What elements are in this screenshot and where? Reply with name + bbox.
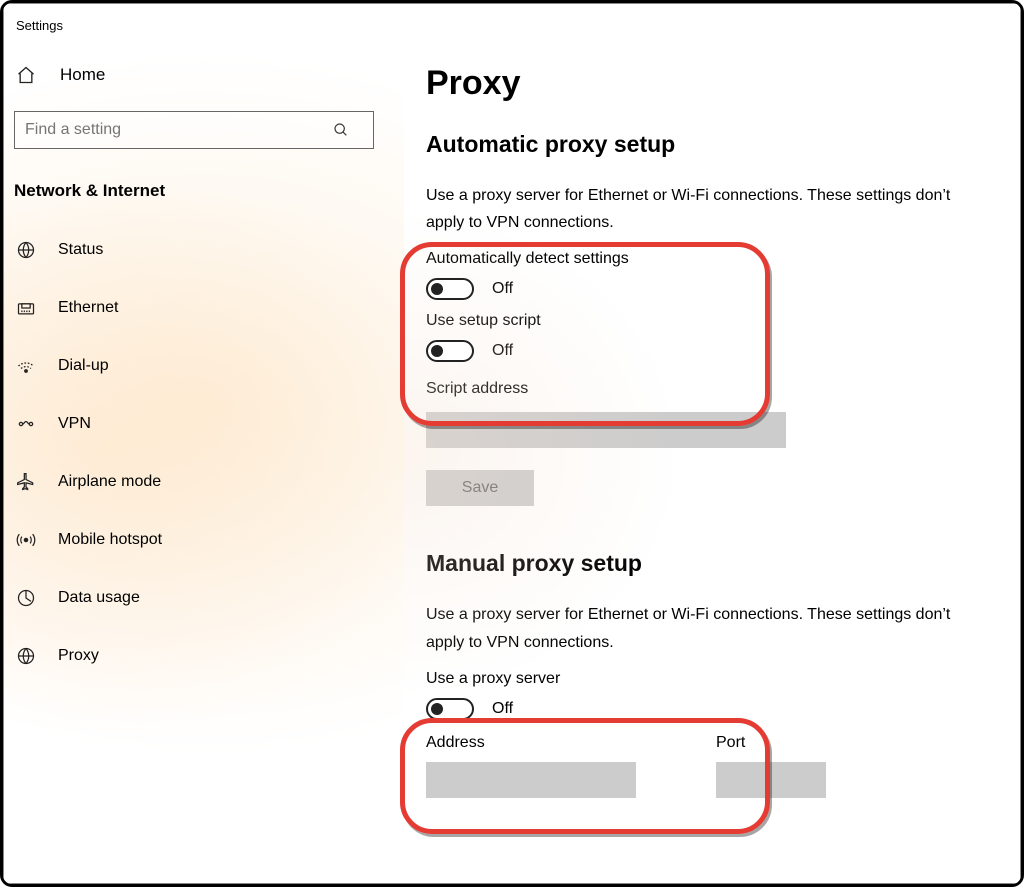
hotspot-icon [16, 530, 36, 550]
auto-heading: Automatic proxy setup [426, 131, 980, 158]
main-content: Proxy Automatic proxy setup Use a proxy … [404, 4, 1020, 883]
sidebar-item-status[interactable]: Status [4, 221, 404, 279]
search-field[interactable] [15, 121, 333, 139]
address-label: Address [426, 734, 636, 752]
sidebar-item-dial-up[interactable]: Dial-up [4, 337, 404, 395]
sidebar-item-home[interactable]: Home [4, 53, 404, 97]
search-input[interactable] [14, 111, 374, 149]
vpn-icon [16, 414, 36, 434]
sidebar-item-label: Proxy [58, 647, 99, 665]
auto-description: Use a proxy server for Ethernet or Wi-Fi… [426, 182, 966, 236]
section-title: Network & Internet [4, 169, 404, 221]
search-icon [333, 122, 373, 138]
proxy-icon [16, 646, 36, 666]
use-proxy-toggle[interactable] [426, 698, 474, 720]
use-proxy-state: Off [492, 700, 513, 718]
status-icon [16, 240, 36, 260]
home-icon [16, 65, 36, 85]
sidebar-item-ethernet[interactable]: Ethernet [4, 279, 404, 337]
address-input[interactable] [426, 762, 636, 798]
script-toggle[interactable] [426, 340, 474, 362]
sidebar-item-label: Ethernet [58, 299, 118, 317]
home-label: Home [60, 65, 105, 85]
sidebar-item-label: VPN [58, 415, 91, 433]
detect-state: Off [492, 280, 513, 298]
manual-heading: Manual proxy setup [426, 550, 980, 577]
use-proxy-label: Use a proxy server [426, 670, 980, 688]
sidebar-item-data-usage[interactable]: Data usage [4, 569, 404, 627]
sidebar-item-label: Mobile hotspot [58, 531, 162, 549]
sidebar-item-label: Status [58, 241, 103, 259]
save-button[interactable]: Save [426, 470, 534, 506]
script-state: Off [492, 342, 513, 360]
detect-toggle[interactable] [426, 278, 474, 300]
dialup-icon [16, 356, 36, 376]
sidebar-item-label: Dial-up [58, 357, 109, 375]
sidebar-item-vpn[interactable]: VPN [4, 395, 404, 453]
sidebar-item-airplane-mode[interactable]: Airplane mode [4, 453, 404, 511]
sidebar-item-mobile-hotspot[interactable]: Mobile hotspot [4, 511, 404, 569]
data-icon [16, 588, 36, 608]
page-title: Proxy [426, 64, 980, 103]
window-title: Settings [4, 14, 404, 53]
script-label: Use setup script [426, 312, 980, 330]
manual-description: Use a proxy server for Ethernet or Wi-Fi… [426, 601, 966, 655]
sidebar: Settings Home Network & Internet Status E… [4, 4, 404, 883]
port-label: Port [716, 734, 826, 752]
ethernet-icon [16, 298, 36, 318]
script-address-label: Script address [426, 380, 980, 398]
script-address-input[interactable] [426, 412, 786, 448]
sidebar-item-proxy[interactable]: Proxy [4, 627, 404, 685]
airplane-icon [16, 472, 36, 492]
sidebar-item-label: Data usage [58, 589, 140, 607]
port-input[interactable] [716, 762, 826, 798]
sidebar-item-label: Airplane mode [58, 473, 161, 491]
detect-label: Automatically detect settings [426, 250, 980, 268]
